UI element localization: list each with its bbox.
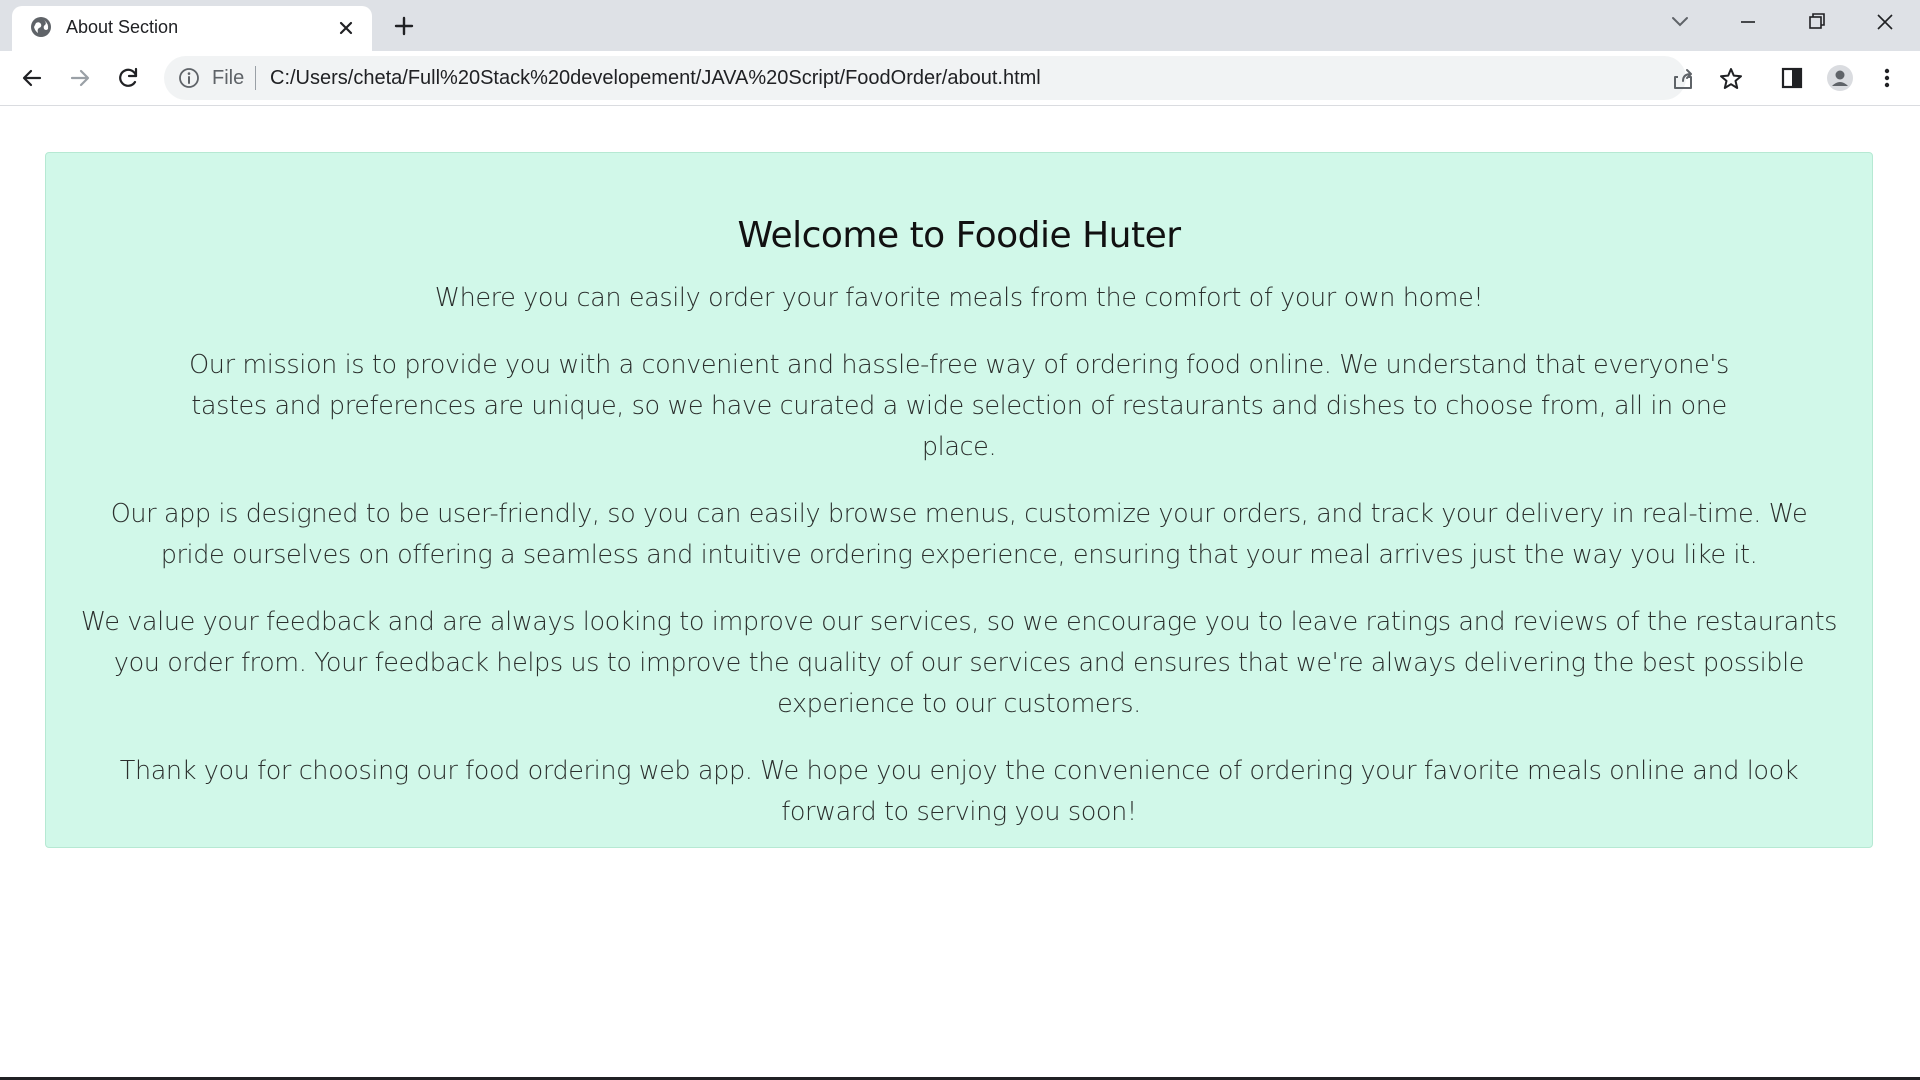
- address-bar[interactable]: File C:/Users/cheta/Full%20Stack%20devel…: [164, 56, 1742, 100]
- chevron-down-icon[interactable]: [1663, 8, 1697, 36]
- tab-strip: About Section: [0, 0, 1920, 51]
- back-arrow-icon[interactable]: [18, 64, 46, 92]
- forward-arrow-icon[interactable]: [66, 64, 94, 92]
- address-separator: [255, 66, 256, 90]
- globe-icon: [31, 17, 51, 37]
- minimize-icon[interactable]: [1731, 8, 1765, 36]
- plus-icon[interactable]: [390, 12, 418, 40]
- close-icon[interactable]: [1868, 8, 1902, 36]
- browser-toolbar: File C:/Users/cheta/Full%20Stack%20devel…: [0, 51, 1920, 106]
- intro-paragraph: Where you can easily order your favorite…: [434, 283, 1484, 313]
- thanks-paragraph: Thank you for choosing our food ordering…: [119, 756, 1799, 827]
- star-icon[interactable]: [1718, 66, 1744, 92]
- info-icon[interactable]: [178, 67, 200, 89]
- more-vert-icon[interactable]: [1873, 64, 1901, 92]
- feedback-paragraph: We value your feedback and are always lo…: [80, 607, 1838, 719]
- page-title: Welcome to Foodie Huter: [737, 215, 1181, 256]
- tab-close-icon[interactable]: [334, 16, 358, 40]
- reload-icon[interactable]: [115, 64, 143, 92]
- side-panel-icon[interactable]: [1778, 64, 1806, 92]
- page-viewport: Welcome to Foodie Huter Where you can ea…: [0, 106, 1920, 1080]
- tab-title: About Section: [66, 17, 179, 37]
- app-paragraph: Our app is designed to be user-friendly,…: [110, 499, 1808, 570]
- mission-paragraph: Our mission is to provide you with a con…: [189, 350, 1729, 462]
- url-text[interactable]: C:/Users/cheta/Full%20Stack%20developeme…: [270, 67, 1041, 90]
- profile-icon[interactable]: [1826, 64, 1854, 92]
- restore-icon[interactable]: [1799, 8, 1833, 36]
- tab-about-section[interactable]: About Section: [12, 6, 372, 51]
- scheme-label: File: [212, 67, 245, 89]
- about-section: Welcome to Foodie Huter Where you can ea…: [45, 152, 1873, 848]
- share-icon[interactable]: [1670, 66, 1696, 92]
